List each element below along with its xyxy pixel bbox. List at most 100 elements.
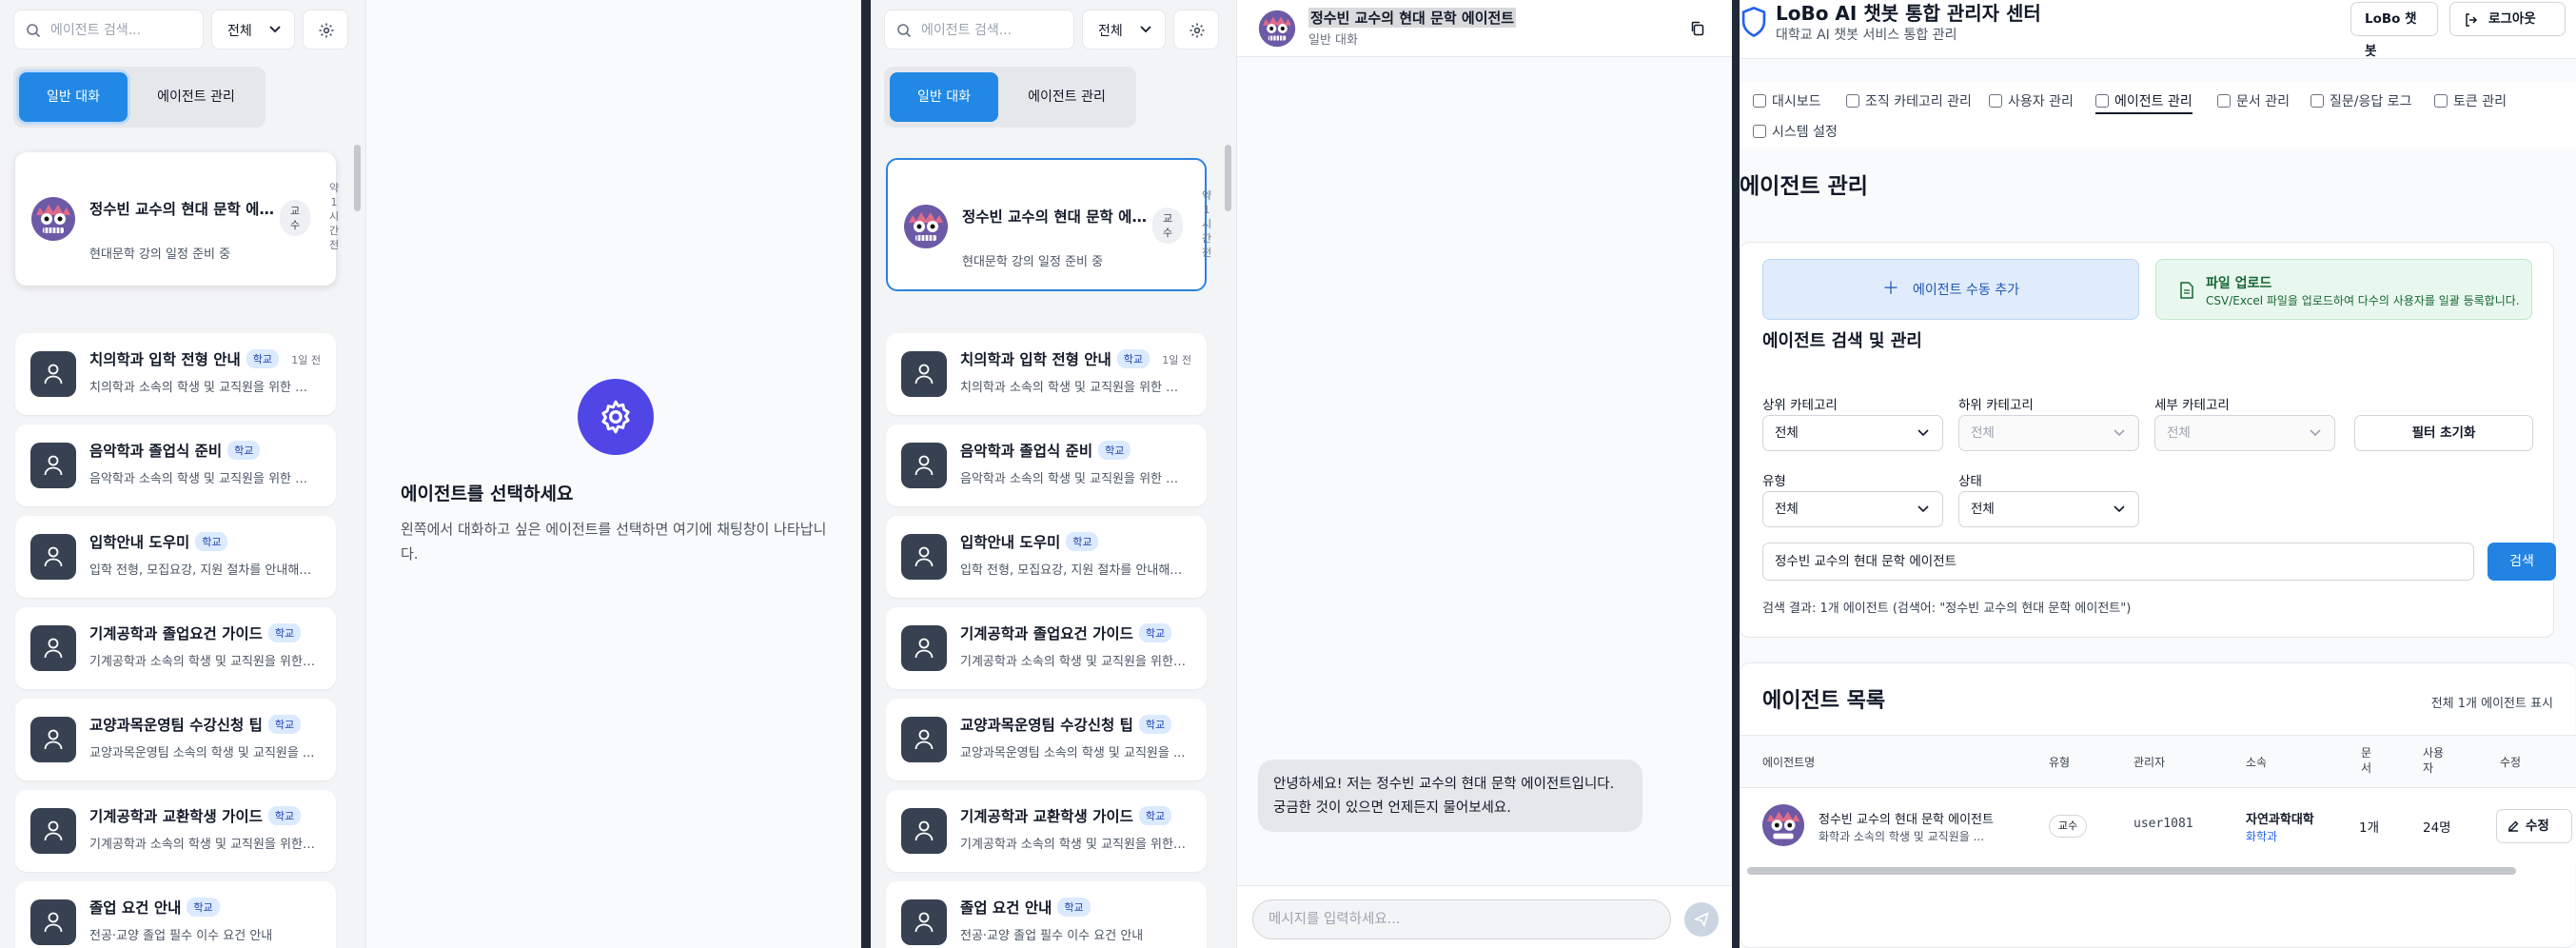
- filter-select[interactable]: 전체: [1082, 10, 1166, 49]
- agent-card[interactable]: 기계공학과 교환학생 가이드 학교 기계공학과 소속의 학생 및 교직원을 위한 .…: [15, 790, 336, 872]
- send-button[interactable]: [1684, 902, 1719, 937]
- nav-item-label: 질문/응답 로그: [2330, 94, 2412, 109]
- copy-icon[interactable]: [1690, 21, 1705, 36]
- agent-card[interactable]: 치의학과 입학 전형 안내 학교 1일 전 치의학과 소속의 학생 및 교직원을 위한…: [886, 333, 1207, 415]
- agent-card[interactable]: 음악학과 졸업식 준비 학교 음악학과 소속의 학생 및 교직원을 위한 졸...: [886, 425, 1207, 506]
- agent-card[interactable]: 음악학과 졸업식 준비 학교 음악학과 소속의 학생 및 교직원을 위한 졸...: [15, 425, 336, 506]
- agent-card[interactable]: 입학안내 도우미 학교 입학 전형, 모집요강, 지원 절차를 안내해주...: [886, 516, 1207, 598]
- chevron-down-icon: [2114, 505, 2125, 513]
- edit-button[interactable]: 수정: [2496, 809, 2572, 843]
- col-docs: 문서: [2361, 746, 2372, 775]
- file-upload-button[interactable]: 파일 업로드 CSV/Excel 파일을 업로드하여 다수의 사용자를 일괄 등…: [2155, 259, 2532, 320]
- nav-item-label: 토큰 관리: [2453, 94, 2507, 109]
- search-section-title: 에이전트 검색 및 관리: [1762, 331, 1922, 351]
- user-icon: [44, 455, 63, 476]
- agent-card[interactable]: 정수빈 교수의 현대 문학 에이... 교수 약 1 시간 전 현대문학 강의 일정 …: [886, 158, 1211, 291]
- status-select[interactable]: 전체: [1958, 491, 2139, 527]
- admin-title: LoBo AI 챗봇 통합 관리자 센터: [1776, 2, 2041, 25]
- agent-type-badge: 학교: [1057, 898, 1091, 917]
- search-result-text: 검색 결과: 1개 에이전트 (검색어: "정수빈 교수의 현대 문학 에이전트…: [1762, 602, 2132, 616]
- agent-card-title: 기계공학과 교환학생 가이드 학교: [89, 805, 302, 826]
- chat-input-bar: 메시지를 입력하세요...: [1237, 885, 1732, 948]
- agent-list: 정수빈 교수의 현대 문학 에이... 교수 약 1 시간 전 현대문학 강의 일정 …: [871, 143, 1223, 948]
- window-divider: [1732, 0, 1740, 948]
- agent-type-badge: 학교: [1138, 806, 1172, 825]
- upper-category-select[interactable]: 전체: [1762, 415, 1943, 451]
- agent-card[interactable]: 정수빈 교수의 현대 문학 에이... 교수 약 1 시간 전 현대문학 강의 일정 …: [15, 152, 339, 286]
- agent-card-desc: 입학 전형, 모집요강, 지원 절차를 안내해주...: [89, 563, 318, 578]
- window-divider: [861, 0, 871, 948]
- search-button[interactable]: 검색: [2488, 543, 2556, 581]
- detail-category-select[interactable]: 전체: [2154, 415, 2335, 451]
- tab-agent-management[interactable]: 에이전트 관리: [132, 72, 260, 122]
- scrollbar[interactable]: [354, 145, 361, 211]
- type-select[interactable]: 전체: [1762, 491, 1943, 527]
- agent-search[interactable]: [13, 10, 204, 49]
- table-header: 에이전트명 유형 관리자 소속 문서 사용자 수정: [1740, 735, 2576, 788]
- col-name: 에이전트명: [1762, 756, 1816, 769]
- empty-state-title: 에이전트를 선택하세요: [401, 484, 574, 504]
- agent-card[interactable]: 기계공학과 교환학생 가이드 학교 기계공학과 소속의 학생 및 교직원을 위한 .…: [886, 790, 1207, 872]
- row-org: 자연과학대학: [2246, 813, 2314, 827]
- logout-button[interactable]: 로그아웃: [2449, 2, 2566, 36]
- message-icon: [2311, 94, 2324, 108]
- agent-type-badge: 학교: [1116, 349, 1150, 368]
- agent-card[interactable]: 교양과목운영팀 수강신청 팁 학교 교양과목운영팀 소속의 학생 및 교직원을 ..…: [15, 699, 336, 780]
- add-agent-label: 에이전트 수동 추가: [1913, 283, 2019, 298]
- scrollbar[interactable]: [1225, 145, 1231, 211]
- agent-card[interactable]: 치의학과 입학 전형 안내 학교 1일 전 치의학과 소속의 학생 및 교직원을 위한…: [15, 333, 336, 415]
- agent-search[interactable]: [884, 10, 1074, 49]
- horizontal-scrollbar[interactable]: [1747, 867, 2516, 875]
- agent-avatar: [30, 196, 76, 242]
- nav-item-3[interactable]: 에이전트 관리: [2095, 91, 2193, 114]
- agent-card-title: 정수빈 교수의 현대 문학 에이...: [89, 201, 276, 218]
- tab-general-chat[interactable]: 일반 대화: [19, 72, 128, 122]
- agent-card[interactable]: 졸업 요건 안내 학교 전공·교양 졸업 필수 이수 요건 안내: [886, 881, 1207, 948]
- agent-card-title: 입학안내 도우미 학교: [89, 531, 280, 552]
- agent-search-input[interactable]: [50, 20, 198, 41]
- nav-item-4[interactable]: 문서 관리: [2217, 91, 2290, 110]
- lobo-chatbot-button[interactable]: LoBo 챗봇: [2350, 2, 2438, 59]
- message-input[interactable]: 메시지를 입력하세요...: [1252, 899, 1671, 939]
- agent-card-title: 졸업 요건 안내 학교: [960, 897, 1150, 918]
- tab-agent-management[interactable]: 에이전트 관리: [1003, 72, 1131, 122]
- reset-filter-button[interactable]: 필터 초기화: [2354, 415, 2533, 451]
- user-icon: [44, 912, 63, 933]
- upper-category-label: 상위 카테고리: [1762, 398, 1838, 413]
- agent-card-time: 약 1 시간 전: [1200, 188, 1213, 260]
- nav-item-1[interactable]: 조직 카테고리 관리: [1846, 91, 1972, 110]
- tab-general-chat[interactable]: 일반 대화: [890, 72, 998, 122]
- settings-button[interactable]: [303, 10, 348, 49]
- nav-item-label: 대시보드: [1772, 94, 1821, 109]
- agent-card-title-text: 기계공학과 교환학생 가이드: [89, 808, 263, 825]
- agent-card[interactable]: 기계공학과 졸업요건 가이드 학교 기계공학과 소속의 학생 및 교직원을 위한 .…: [15, 607, 336, 689]
- agent-card[interactable]: 입학안내 도우미 학교입학 전형, 모집요강, 지원 절차를 안내해주...: [15, 516, 336, 598]
- agent-card-desc: 기계공학과 소속의 학생 및 교직원을 위한 ...: [960, 838, 1189, 852]
- filter-select[interactable]: 전체: [211, 10, 295, 49]
- nav-item-7[interactable]: 시스템 설정: [1753, 122, 1838, 141]
- agent-type-badge: 학교: [1098, 441, 1131, 460]
- agent-avatar: [901, 625, 947, 671]
- nav-item-2[interactable]: 사용자 관리: [1989, 91, 2074, 110]
- agent-card-title: 음악학과 졸업식 준비 학교: [960, 440, 1150, 461]
- agent-card-desc: 입학 전형, 모집요강, 지원 절차를 안내해주...: [960, 563, 1189, 578]
- agent-search-query[interactable]: 정수빈 교수의 현대 문학 에이전트: [1762, 543, 2474, 581]
- agent-card[interactable]: 교양과목운영팀 수강신청 팁 학교 교양과목운영팀 소속의 학생 및 교직원을 ..…: [886, 699, 1207, 780]
- table-row[interactable]: 정수빈 교수의 현대 문학 에이전트 화학과 소속의 학생 및 교직원을 ...…: [1740, 788, 2576, 862]
- lower-category-select[interactable]: 전체: [1958, 415, 2139, 451]
- agent-card[interactable]: 졸업 요건 안내 학교 전공·교양 졸업 필수 이수 요건 안내: [15, 881, 336, 948]
- row-type-badge: 교수: [2049, 815, 2087, 838]
- agent-card-title-text: 입학안내 도우미: [960, 534, 1061, 551]
- nav-item-5[interactable]: 질문/응답 로그: [2311, 91, 2411, 110]
- add-agent-button[interactable]: ＋ 에이전트 수동 추가: [1762, 259, 2139, 320]
- agent-avatar: [1258, 10, 1296, 48]
- agent-search-input[interactable]: [921, 20, 1069, 41]
- agent-message: 안녕하세요! 저는 정수빈 교수의 현대 문학 에이전트입니다. 궁금한 것이 …: [1258, 760, 1642, 832]
- chevron-down-icon: [269, 26, 281, 33]
- settings-button[interactable]: [1173, 10, 1219, 49]
- agent-avatar: [30, 534, 76, 580]
- lower-category-value: 전체: [1971, 425, 1995, 441]
- nav-item-0[interactable]: 대시보드: [1753, 91, 1821, 110]
- agent-card[interactable]: 기계공학과 졸업요건 가이드 학교 기계공학과 소속의 학생 및 교직원을 위한 .…: [886, 607, 1207, 689]
- nav-item-6[interactable]: 토큰 관리: [2434, 91, 2507, 110]
